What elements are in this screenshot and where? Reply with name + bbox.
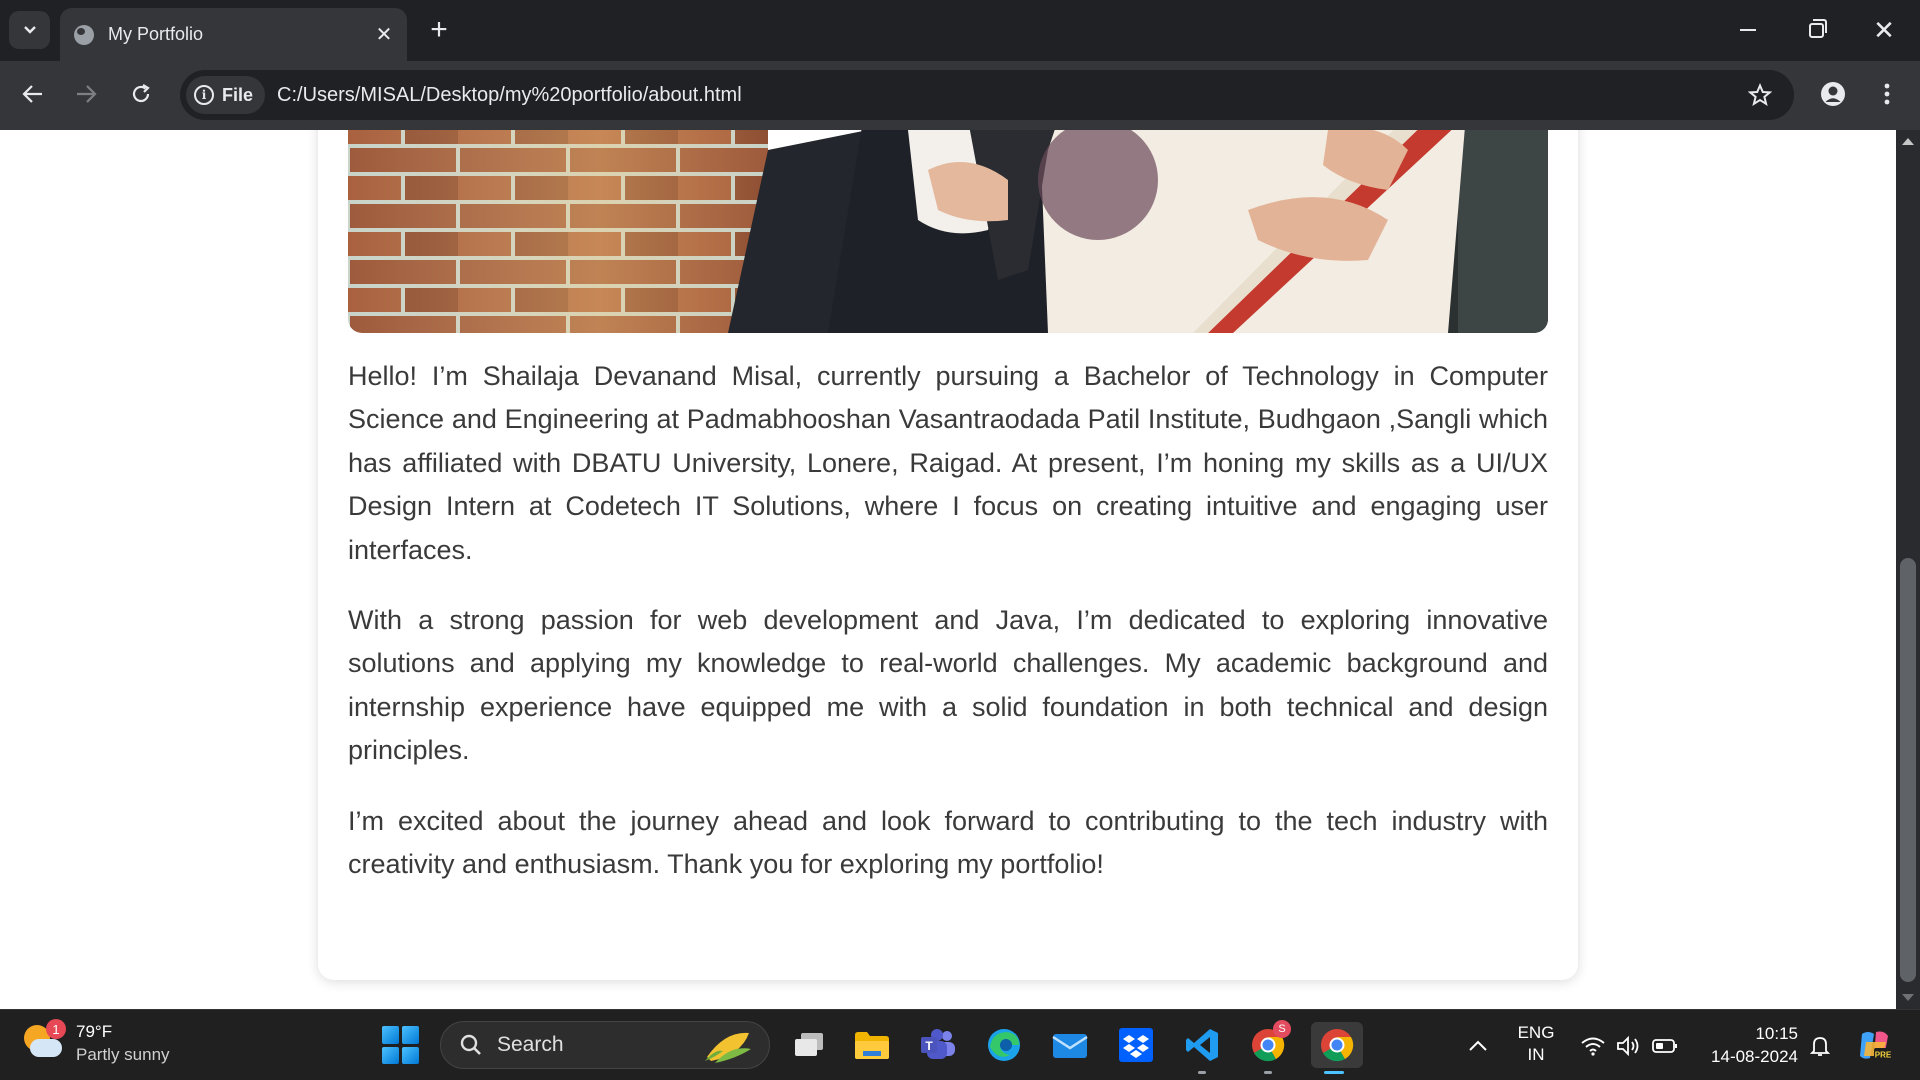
running-indicator	[1264, 1071, 1272, 1074]
chrome-icon	[1321, 1029, 1354, 1062]
active-indicator	[1324, 1071, 1344, 1074]
tab-search-button[interactable]	[9, 11, 50, 49]
page-viewport: Hello! I’m Shailaja Devanand Misal, curr…	[0, 130, 1896, 1009]
language-indicator[interactable]: ENG IN	[1512, 1022, 1560, 1066]
star-icon	[1748, 83, 1772, 106]
vscode-icon	[1186, 1029, 1218, 1061]
folder-icon	[855, 1032, 889, 1059]
reload-button[interactable]	[120, 73, 162, 115]
system-clock[interactable]: 10:15 14-08-2024	[1698, 1022, 1798, 1068]
weather-widget[interactable]: 1 79°F Partly sunny	[24, 1019, 170, 1066]
running-indicator	[1198, 1071, 1206, 1074]
edge-icon	[988, 1029, 1020, 1061]
browser-menu-button[interactable]	[1868, 75, 1906, 113]
close-tab-icon[interactable]: ✕	[369, 22, 399, 47]
reload-icon	[132, 84, 150, 103]
copilot-icon: PRE	[1860, 1031, 1892, 1060]
search-icon	[460, 1034, 481, 1055]
close-window-button[interactable]: ✕	[1854, 10, 1914, 50]
about-photo	[348, 130, 1548, 333]
about-text: Hello! I’m Shailaja Devanand Misal, curr…	[348, 355, 1548, 913]
profile-button[interactable]	[1814, 75, 1852, 113]
file-explorer-button[interactable]	[849, 1022, 895, 1068]
person-icon	[1821, 82, 1845, 106]
url-text[interactable]: C:/Users/MISAL/Desktop/my%20portfolio/ab…	[277, 84, 1740, 107]
weather-temperature: 79°F	[76, 1022, 113, 1041]
site-info-chip[interactable]: i File	[186, 76, 266, 114]
notification-bell-icon	[1809, 1036, 1831, 1056]
students-photo	[348, 130, 1548, 333]
corn-icon	[705, 1032, 751, 1063]
minimize-button[interactable]	[1718, 10, 1778, 50]
clock-time: 10:15	[1755, 1024, 1798, 1043]
notification-badge: 1	[46, 1019, 66, 1039]
teams-icon: T	[921, 1029, 955, 1059]
mail-icon	[1052, 1034, 1088, 1058]
arrow-left-icon	[22, 85, 42, 103]
more-vertical-icon	[1884, 83, 1890, 105]
volume-icon	[1617, 1035, 1639, 1056]
page-scrollbar[interactable]	[1896, 130, 1920, 1009]
vscode-button[interactable]	[1179, 1022, 1225, 1074]
tab-my-portfolio[interactable]: My Portfolio ✕	[60, 8, 407, 61]
taskbar: 1 79°F Partly sunny Search T S ENG IN 10…	[0, 1009, 1920, 1080]
tab-title: My Portfolio	[108, 24, 204, 44]
chrome-profile-button[interactable]: S	[1245, 1020, 1291, 1074]
globe-icon	[74, 24, 94, 45]
tab-strip: My Portfolio ✕ + ✕	[0, 0, 1920, 61]
partly-sunny-icon: 1	[24, 1019, 66, 1063]
notifications-button[interactable]	[1808, 1010, 1832, 1080]
wifi-icon	[1581, 1037, 1605, 1056]
new-tab-button[interactable]: +	[424, 13, 454, 47]
copilot-button[interactable]: PRE	[1856, 1010, 1894, 1080]
about-paragraph: Hello! I’m Shailaja Devanand Misal, curr…	[348, 361, 1548, 565]
task-view-button[interactable]	[786, 1022, 832, 1068]
teams-button[interactable]: T	[915, 1022, 961, 1068]
restore-button[interactable]	[1786, 10, 1846, 50]
chevron-up-icon	[1469, 1040, 1487, 1051]
region-code: IN	[1527, 1045, 1545, 1064]
task-view-icon	[795, 1033, 823, 1056]
dropbox-button[interactable]	[1113, 1022, 1159, 1068]
address-bar[interactable]: i File C:/Users/MISAL/Desktop/my%20portf…	[180, 70, 1794, 120]
edge-button[interactable]	[981, 1022, 1027, 1068]
forward-button[interactable]	[65, 73, 107, 115]
language-code: ENG	[1517, 1023, 1555, 1042]
profile-badge: S	[1273, 1020, 1291, 1038]
battery-icon	[1652, 1038, 1677, 1053]
dropbox-icon	[1119, 1028, 1153, 1062]
quick-settings[interactable]	[1580, 1010, 1678, 1080]
browser-toolbar: i File C:/Users/MISAL/Desktop/my%20portf…	[0, 61, 1920, 130]
scroll-thumb[interactable]	[1900, 558, 1916, 982]
info-icon: i	[194, 85, 214, 105]
arrow-right-icon	[77, 85, 97, 103]
weather-condition: Partly sunny	[76, 1045, 170, 1064]
chevron-down-icon	[23, 26, 36, 34]
close-icon: ✕	[1873, 15, 1895, 45]
show-hidden-icons-button[interactable]	[1468, 1010, 1488, 1080]
minimize-icon	[1740, 29, 1756, 31]
clock-date: 14-08-2024	[1711, 1047, 1798, 1066]
start-button[interactable]	[382, 1026, 420, 1064]
mail-button[interactable]	[1047, 1022, 1093, 1068]
taskbar-search[interactable]: Search	[440, 1021, 770, 1069]
search-placeholder: Search	[497, 1033, 564, 1056]
bookmark-button[interactable]	[1740, 75, 1780, 115]
scroll-up-arrow-icon[interactable]	[1902, 138, 1914, 145]
url-scheme-label: File	[222, 84, 254, 105]
about-paragraph: With a strong passion for web developmen…	[348, 605, 1548, 766]
about-paragraph: I’m excited about the journey ahead and …	[348, 805, 1548, 880]
svg-text:PRE: PRE	[1875, 1050, 1892, 1059]
scroll-down-arrow-icon[interactable]	[1902, 994, 1914, 1001]
chrome-button[interactable]	[1311, 1022, 1363, 1074]
restore-icon	[1808, 18, 1827, 38]
svg-text:T: T	[925, 1039, 933, 1053]
back-button[interactable]	[12, 73, 54, 115]
